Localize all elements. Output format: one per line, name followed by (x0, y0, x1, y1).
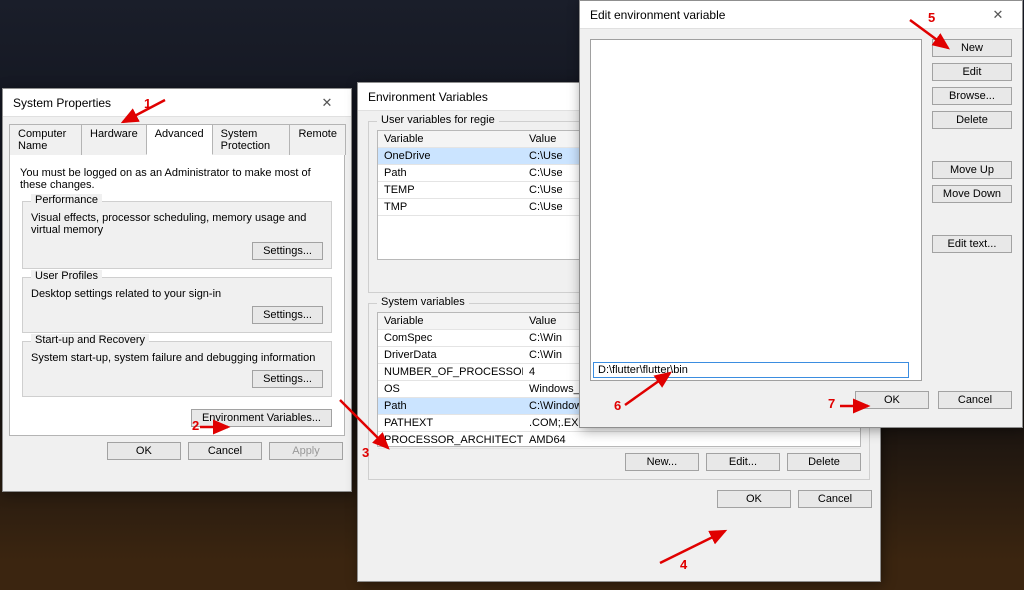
column-variable[interactable]: Variable (378, 131, 523, 147)
ok-button[interactable]: OK (107, 442, 181, 460)
user-profiles-settings-button[interactable]: Settings... (252, 306, 323, 324)
user-profiles-legend: User Profiles (31, 270, 102, 282)
ok-button[interactable]: OK (717, 490, 791, 508)
startup-settings-button[interactable]: Settings... (252, 370, 323, 388)
titlebar: System Properties ✕ (3, 89, 351, 117)
edit-text-button[interactable]: Edit text... (932, 235, 1012, 253)
performance-legend: Performance (31, 194, 102, 206)
environment-variables-button[interactable]: Environment Variables... (191, 409, 332, 427)
move-down-button[interactable]: Move Down (932, 185, 1012, 203)
window-title: Environment Variables (368, 90, 488, 104)
column-variable[interactable]: Variable (378, 313, 523, 329)
path-entries-list[interactable]: D:\flutter\flutter\bin (590, 39, 922, 381)
move-up-button[interactable]: Move Up (932, 161, 1012, 179)
system-variables-legend: System variables (377, 296, 469, 308)
edit-button[interactable]: Edit (932, 63, 1012, 81)
tab-system-protection[interactable]: System Protection (212, 124, 291, 155)
tab-bar: Computer Name Hardware Advanced System P… (9, 123, 345, 155)
cancel-button[interactable]: Cancel (188, 442, 262, 460)
window-title: Edit environment variable (590, 8, 725, 22)
sys-edit-button[interactable]: Edit... (706, 453, 780, 471)
startup-legend: Start-up and Recovery (31, 334, 149, 346)
tab-hardware[interactable]: Hardware (81, 124, 147, 155)
browse-button[interactable]: Browse... (932, 87, 1012, 105)
ok-button[interactable]: OK (855, 391, 929, 409)
delete-button[interactable]: Delete (932, 111, 1012, 129)
tab-computer-name[interactable]: Computer Name (9, 124, 82, 155)
admin-note: You must be logged on as an Administrato… (14, 161, 340, 193)
window-title: System Properties (13, 96, 111, 110)
performance-settings-button[interactable]: Settings... (252, 242, 323, 260)
sys-new-button[interactable]: New... (625, 453, 699, 471)
edit-environment-variable-window: Edit environment variable ✕ D:\flutter\f… (579, 0, 1023, 428)
titlebar: Edit environment variable ✕ (580, 1, 1022, 29)
sys-delete-button[interactable]: Delete (787, 453, 861, 471)
startup-recovery-group: Start-up and Recovery System start-up, s… (22, 341, 332, 397)
tab-remote[interactable]: Remote (289, 124, 346, 155)
new-button[interactable]: New (932, 39, 1012, 57)
user-profiles-group: User Profiles Desktop settings related t… (22, 277, 332, 333)
user-variables-legend: User variables for regie (377, 114, 499, 126)
user-profiles-desc: Desktop settings related to your sign-in (31, 288, 323, 300)
cancel-button[interactable]: Cancel (938, 391, 1012, 409)
performance-group: Performance Visual effects, processor sc… (22, 201, 332, 269)
close-icon[interactable]: ✕ (980, 7, 1016, 23)
startup-desc: System start-up, system failure and debu… (31, 352, 323, 364)
table-row: PROCESSOR_ARCHITECTUREAMD64 (378, 432, 860, 449)
cancel-button[interactable]: Cancel (798, 490, 872, 508)
close-icon[interactable]: ✕ (309, 95, 345, 111)
tab-advanced[interactable]: Advanced (146, 124, 213, 155)
system-properties-window: System Properties ✕ Computer Name Hardwa… (2, 88, 352, 492)
side-buttons: New Edit Browse... Delete Move Up Move D… (932, 39, 1012, 381)
performance-desc: Visual effects, processor scheduling, me… (31, 212, 323, 236)
apply-button[interactable]: Apply (269, 442, 343, 460)
path-entry-input[interactable]: D:\flutter\flutter\bin (593, 362, 909, 378)
